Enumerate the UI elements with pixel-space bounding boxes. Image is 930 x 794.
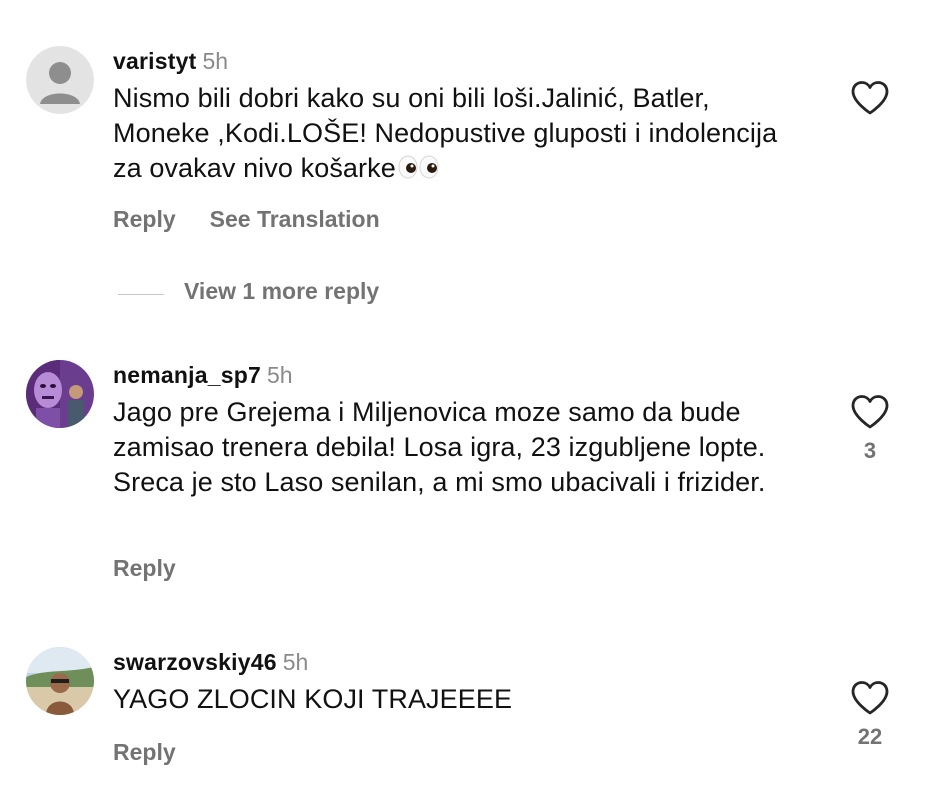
- reply-button[interactable]: Reply: [113, 555, 176, 581]
- like-button[interactable]: 22: [848, 680, 892, 750]
- heart-icon: [851, 681, 889, 715]
- comment-body: varistyt 5h Nismo bili dobri kako su oni …: [113, 46, 813, 232]
- divider-line: [118, 294, 164, 296]
- view-more-replies-label: View 1 more reply: [184, 278, 380, 304]
- comment-meta: nemanja_sp7 5h: [113, 360, 813, 390]
- timestamp: 5h: [266, 362, 293, 388]
- like-button[interactable]: 3: [848, 394, 892, 464]
- heart-icon: [851, 395, 889, 429]
- username[interactable]: nemanja_sp7: [113, 362, 261, 388]
- comment-actions: Reply: [113, 555, 210, 582]
- username[interactable]: varistyt: [113, 48, 196, 74]
- comment-text-content: Nismo bili dobri kako su oni bili loši.J…: [113, 83, 778, 183]
- like-count: 22: [857, 724, 883, 749]
- view-more-replies-button[interactable]: View 1 more reply: [118, 276, 379, 306]
- comment-actions: Reply: [113, 739, 210, 766]
- comment-body: swarzovskiy46 5h YAGO ZLOCIN KOJI TRAJEEE…: [113, 647, 813, 765]
- comment-meta: swarzovskiy46 5h: [113, 647, 813, 677]
- comment-text: Jago pre Grejema i Miljenovica moze samo…: [113, 397, 766, 497]
- see-translation-button[interactable]: See Translation: [210, 206, 380, 232]
- username[interactable]: swarzovskiy46: [113, 649, 277, 675]
- timestamp: 5h: [202, 48, 229, 74]
- comments-list: varistyt 5h Nismo bili dobri kako su oni …: [0, 0, 930, 794]
- comment-text: YAGO ZLOCIN KOJI TRAJEEEE: [113, 684, 513, 714]
- comment-text: Nismo bili dobri kako su oni bili loši.J…: [113, 81, 813, 188]
- timestamp: 5h: [282, 649, 309, 675]
- comment-body: nemanja_sp7 5h Jago pre Grejema i Miljeno…: [113, 360, 813, 581]
- profile-photo: [26, 647, 94, 715]
- heart-icon: [851, 81, 889, 115]
- avatar[interactable]: [26, 360, 94, 428]
- comment-meta: varistyt 5h: [113, 46, 813, 76]
- like-button[interactable]: [848, 80, 892, 116]
- avatar[interactable]: [26, 647, 94, 715]
- eyes-emoji-icon: [398, 153, 440, 188]
- profile-photo: [26, 360, 94, 428]
- avatar[interactable]: [26, 46, 94, 114]
- reply-button[interactable]: Reply: [113, 206, 176, 232]
- comment-actions: Reply See Translation: [113, 206, 414, 233]
- like-count: 3: [863, 438, 877, 463]
- default-avatar-icon: [26, 46, 94, 114]
- reply-button[interactable]: Reply: [113, 739, 176, 765]
